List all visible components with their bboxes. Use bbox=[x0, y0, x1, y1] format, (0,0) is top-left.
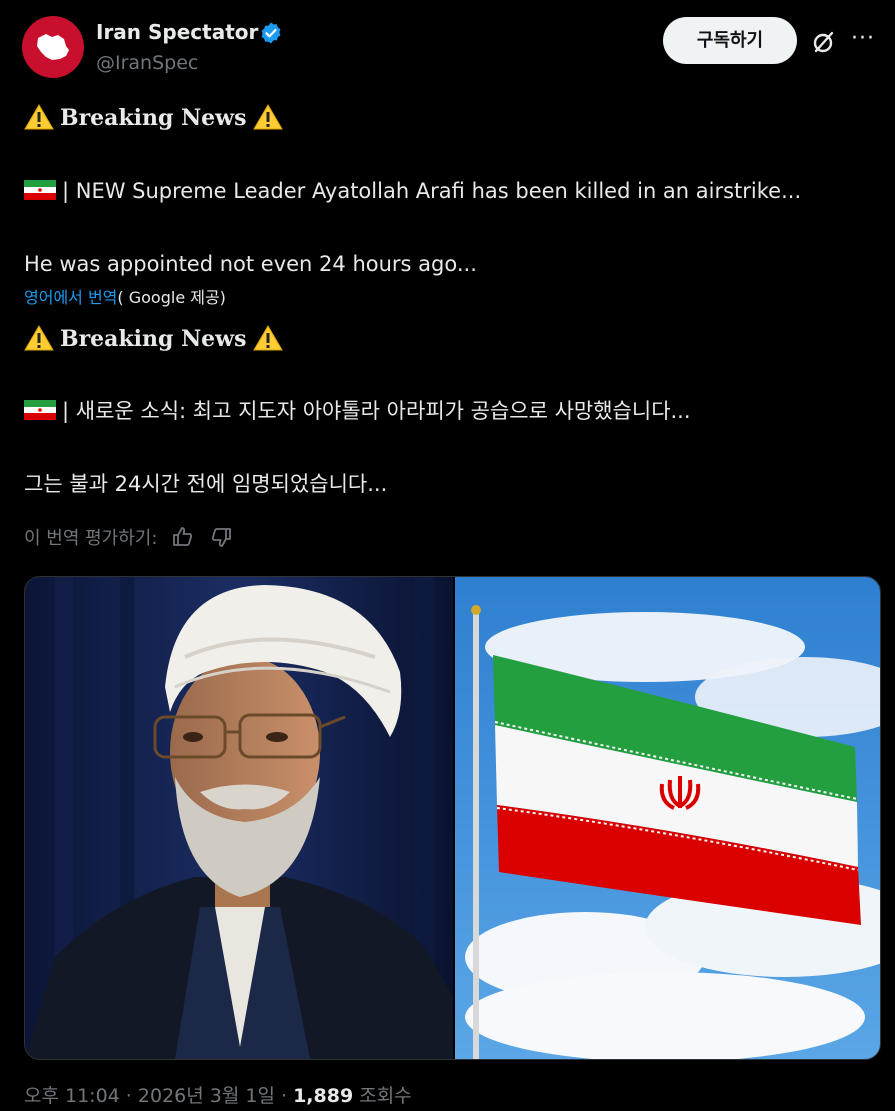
warning-icon bbox=[252, 325, 283, 351]
warning-icon bbox=[24, 104, 54, 130]
view-count-label: 조회수 bbox=[353, 1085, 412, 1107]
iran-flag-icon bbox=[24, 400, 56, 420]
avatar[interactable] bbox=[22, 16, 84, 78]
author-handle[interactable]: @IranSpec bbox=[96, 52, 198, 74]
more-options-icon[interactable]: ··· bbox=[851, 26, 875, 52]
view-count: 1,889 bbox=[293, 1085, 354, 1107]
rate-translation-label: 이 번역 평가하기: bbox=[24, 528, 158, 549]
cleric-photo bbox=[25, 577, 453, 1059]
breaking-news-heading-translated: Breaking News bbox=[24, 322, 283, 356]
translated-from-link[interactable]: 영어에서 번역 bbox=[24, 288, 117, 307]
tweet-media[interactable] bbox=[24, 576, 881, 1060]
tweet-line-text: | NEW Supreme Leader Ayatollah Arafi has… bbox=[62, 179, 802, 203]
breaking-news-label: Breaking News bbox=[60, 326, 247, 352]
tweet-date[interactable]: 2026년 3월 1일 bbox=[138, 1085, 275, 1107]
breaking-news-label: Breaking News bbox=[60, 105, 247, 131]
iran-flag-icon bbox=[24, 180, 56, 200]
meta-separator: · bbox=[274, 1085, 294, 1107]
rate-translation: 이 번역 평가하기: bbox=[24, 524, 233, 554]
tweet-line: He was appointed not even 24 hours ago..… bbox=[24, 252, 477, 276]
thumbs-down-icon[interactable] bbox=[209, 525, 233, 549]
translated-line-text: | 새로운 소식: 최고 지도자 아야톨라 아라피가 공습으로 사망했습니다..… bbox=[62, 399, 691, 423]
translated-line: | 새로운 소식: 최고 지도자 아야톨라 아라피가 공습으로 사망했습니다..… bbox=[24, 396, 691, 426]
grok-icon[interactable] bbox=[810, 28, 838, 56]
meta-separator: · bbox=[119, 1085, 138, 1107]
warning-icon bbox=[24, 325, 54, 351]
tweet-meta: 오후 11:04 · 2026년 3월 1일 · 1,889 조회수 bbox=[24, 1082, 412, 1110]
subscribe-button[interactable]: 구독하기 bbox=[663, 17, 797, 64]
warning-icon bbox=[252, 104, 283, 130]
tweet-line: | NEW Supreme Leader Ayatollah Arafi has… bbox=[24, 176, 801, 206]
thumbs-up-icon[interactable] bbox=[171, 525, 195, 549]
iran-flag-photo bbox=[455, 577, 880, 1059]
translation-note: 영어에서 번역( Google 제공) bbox=[24, 285, 226, 311]
media-images bbox=[25, 577, 880, 1059]
breaking-news-heading: Breaking News bbox=[24, 101, 283, 135]
tweet-time[interactable]: 오후 11:04 bbox=[24, 1085, 120, 1107]
translated-line: 그는 불과 24시간 전에 임명되었습니다... bbox=[24, 472, 388, 496]
verified-badge-icon bbox=[261, 22, 281, 44]
iran-map-logo-icon bbox=[37, 34, 69, 60]
translation-provider: ( Google 제공) bbox=[117, 288, 226, 307]
author-name[interactable]: Iran Spectator bbox=[96, 20, 258, 44]
